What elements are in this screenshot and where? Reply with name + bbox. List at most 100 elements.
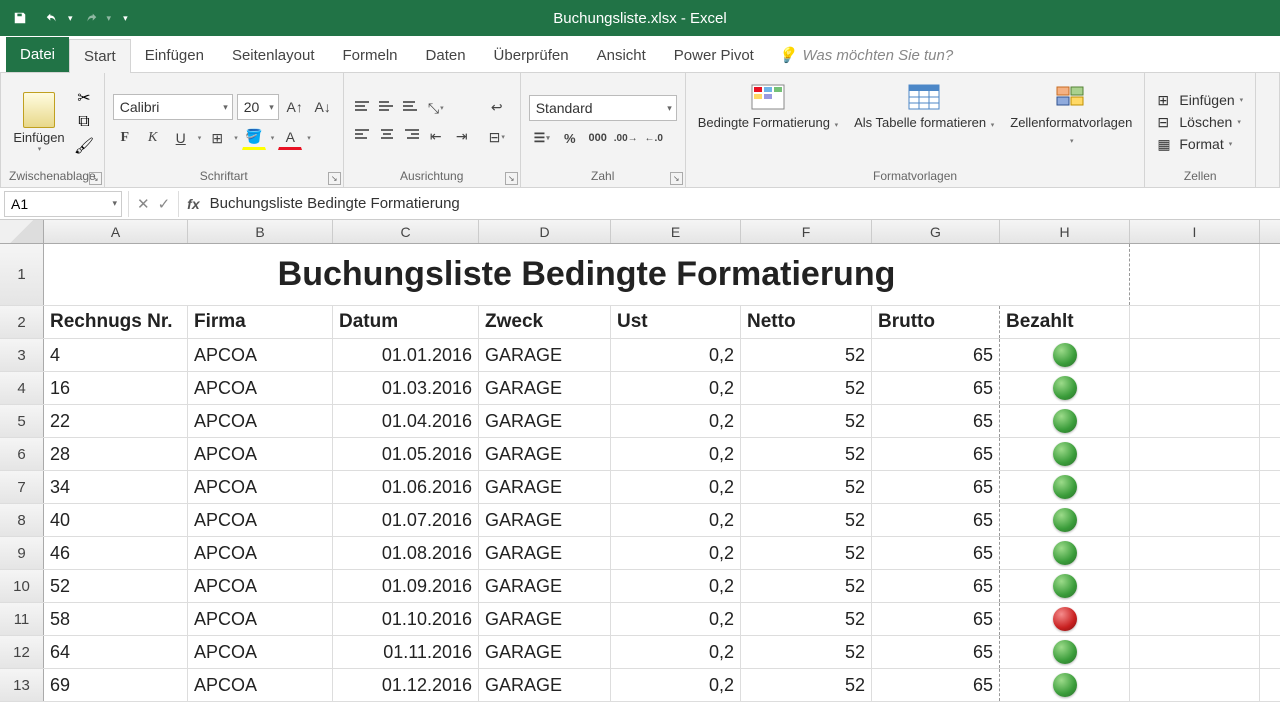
- cell[interactable]: 01.05.2016: [333, 438, 479, 470]
- tab-data[interactable]: Daten: [412, 39, 480, 72]
- cell[interactable]: GARAGE: [479, 372, 611, 404]
- percent-icon[interactable]: %: [557, 127, 583, 149]
- row-header[interactable]: 12: [0, 636, 44, 668]
- tab-insert[interactable]: Einfügen: [131, 39, 218, 72]
- cell[interactable]: GARAGE: [479, 339, 611, 371]
- cell[interactable]: GARAGE: [479, 438, 611, 470]
- underline-button[interactable]: U: [169, 126, 193, 150]
- cell[interactable]: APCOA: [188, 471, 333, 503]
- bold-button[interactable]: F: [113, 126, 137, 150]
- fill-color-icon[interactable]: 🪣: [242, 126, 266, 150]
- row-header[interactable]: 9: [0, 537, 44, 569]
- cell[interactable]: [1130, 570, 1260, 602]
- cell[interactable]: 65: [872, 438, 1000, 470]
- tab-home[interactable]: Start: [69, 39, 131, 73]
- col-header-H[interactable]: H: [1000, 220, 1130, 243]
- cell[interactable]: 01.12.2016: [333, 669, 479, 701]
- cell[interactable]: 0,2: [611, 339, 741, 371]
- align-center-icon[interactable]: [376, 124, 398, 144]
- cell[interactable]: APCOA: [188, 339, 333, 371]
- cell[interactable]: 28: [44, 438, 188, 470]
- decrease-font-icon[interactable]: A↓: [311, 95, 335, 119]
- cell[interactable]: 01.10.2016: [333, 603, 479, 635]
- fx-icon[interactable]: fx: [187, 196, 199, 212]
- cell[interactable]: 58: [44, 603, 188, 635]
- borders-caret-icon[interactable]: ▾: [234, 134, 238, 142]
- tab-view[interactable]: Ansicht: [583, 39, 660, 72]
- format-cells-button[interactable]: ▦Format ▾: [1153, 134, 1247, 154]
- font-size-combo[interactable]: 20▾: [237, 94, 279, 120]
- cell[interactable]: GARAGE: [479, 669, 611, 701]
- cell[interactable]: 34: [44, 471, 188, 503]
- cell[interactable]: GARAGE: [479, 570, 611, 602]
- tell-me-search[interactable]: 💡 Was möchten Sie tun?: [768, 38, 963, 72]
- decrease-indent-icon[interactable]: ⇤: [424, 124, 448, 148]
- name-box[interactable]: A1▾: [4, 191, 122, 217]
- format-as-table-button[interactable]: Als Tabelle formatieren ▾: [850, 77, 998, 133]
- redo-caret-icon[interactable]: ▾: [107, 13, 112, 24]
- tab-powerpivot[interactable]: Power Pivot: [660, 39, 768, 72]
- cell[interactable]: [1130, 405, 1260, 437]
- font-dialog-launcher[interactable]: ↘: [328, 172, 341, 185]
- col-header-F[interactable]: F: [741, 220, 872, 243]
- cell[interactable]: 22: [44, 405, 188, 437]
- cell[interactable]: APCOA: [188, 372, 333, 404]
- cell[interactable]: APCOA: [188, 405, 333, 437]
- borders-icon[interactable]: ⊞: [205, 126, 229, 150]
- cell[interactable]: GARAGE: [479, 603, 611, 635]
- cell[interactable]: 0,2: [611, 471, 741, 503]
- cell[interactable]: [1000, 405, 1130, 437]
- cell[interactable]: 01.01.2016: [333, 339, 479, 371]
- cell[interactable]: GARAGE: [479, 504, 611, 536]
- formula-input[interactable]: Buchungsliste Bedingte Formatierung: [200, 195, 1280, 212]
- row-header[interactable]: 3: [0, 339, 44, 371]
- cell[interactable]: 65: [872, 339, 1000, 371]
- cell[interactable]: 52: [741, 438, 872, 470]
- align-top-icon[interactable]: [352, 96, 374, 116]
- cell[interactable]: Datum: [333, 306, 479, 338]
- wrap-text-icon[interactable]: ↩: [482, 95, 512, 119]
- cell[interactable]: [1000, 471, 1130, 503]
- cell[interactable]: [1000, 438, 1130, 470]
- cell[interactable]: GARAGE: [479, 405, 611, 437]
- cell[interactable]: 65: [872, 570, 1000, 602]
- save-icon[interactable]: [6, 4, 34, 32]
- cell[interactable]: GARAGE: [479, 537, 611, 569]
- cell[interactable]: 52: [741, 504, 872, 536]
- paste-button[interactable]: Einfügen ▾: [9, 92, 69, 153]
- fill-caret-icon[interactable]: ▾: [271, 134, 275, 142]
- cell[interactable]: Zweck: [479, 306, 611, 338]
- cell[interactable]: 40: [44, 504, 188, 536]
- cell[interactable]: 65: [872, 537, 1000, 569]
- row-header[interactable]: 8: [0, 504, 44, 536]
- cell[interactable]: APCOA: [188, 603, 333, 635]
- cell[interactable]: 52: [741, 537, 872, 569]
- cell[interactable]: 0,2: [611, 603, 741, 635]
- cell[interactable]: Netto: [741, 306, 872, 338]
- cell[interactable]: 0,2: [611, 405, 741, 437]
- cell[interactable]: [1000, 570, 1130, 602]
- cell[interactable]: 01.08.2016: [333, 537, 479, 569]
- cell[interactable]: 52: [44, 570, 188, 602]
- cell[interactable]: 4: [44, 339, 188, 371]
- cell[interactable]: APCOA: [188, 504, 333, 536]
- cell[interactable]: [1000, 339, 1130, 371]
- cell[interactable]: 65: [872, 372, 1000, 404]
- cell[interactable]: APCOA: [188, 438, 333, 470]
- cell[interactable]: Brutto: [872, 306, 1000, 338]
- cell[interactable]: [1130, 471, 1260, 503]
- qat-customize-icon[interactable]: ▾: [123, 13, 128, 24]
- tab-review[interactable]: Überprüfen: [480, 39, 583, 72]
- cell[interactable]: [1130, 669, 1260, 701]
- font-color-caret-icon[interactable]: ▾: [307, 134, 311, 142]
- cell[interactable]: 65: [872, 405, 1000, 437]
- clipboard-dialog-launcher[interactable]: ↘: [89, 172, 102, 185]
- col-header-D[interactable]: D: [479, 220, 611, 243]
- cell[interactable]: [1130, 603, 1260, 635]
- row-header[interactable]: 7: [0, 471, 44, 503]
- cell[interactable]: 64: [44, 636, 188, 668]
- col-header-B[interactable]: B: [188, 220, 333, 243]
- number-dialog-launcher[interactable]: ↘: [670, 172, 683, 185]
- increase-decimal-icon[interactable]: .00→: [613, 127, 639, 149]
- increase-font-icon[interactable]: A↑: [283, 95, 307, 119]
